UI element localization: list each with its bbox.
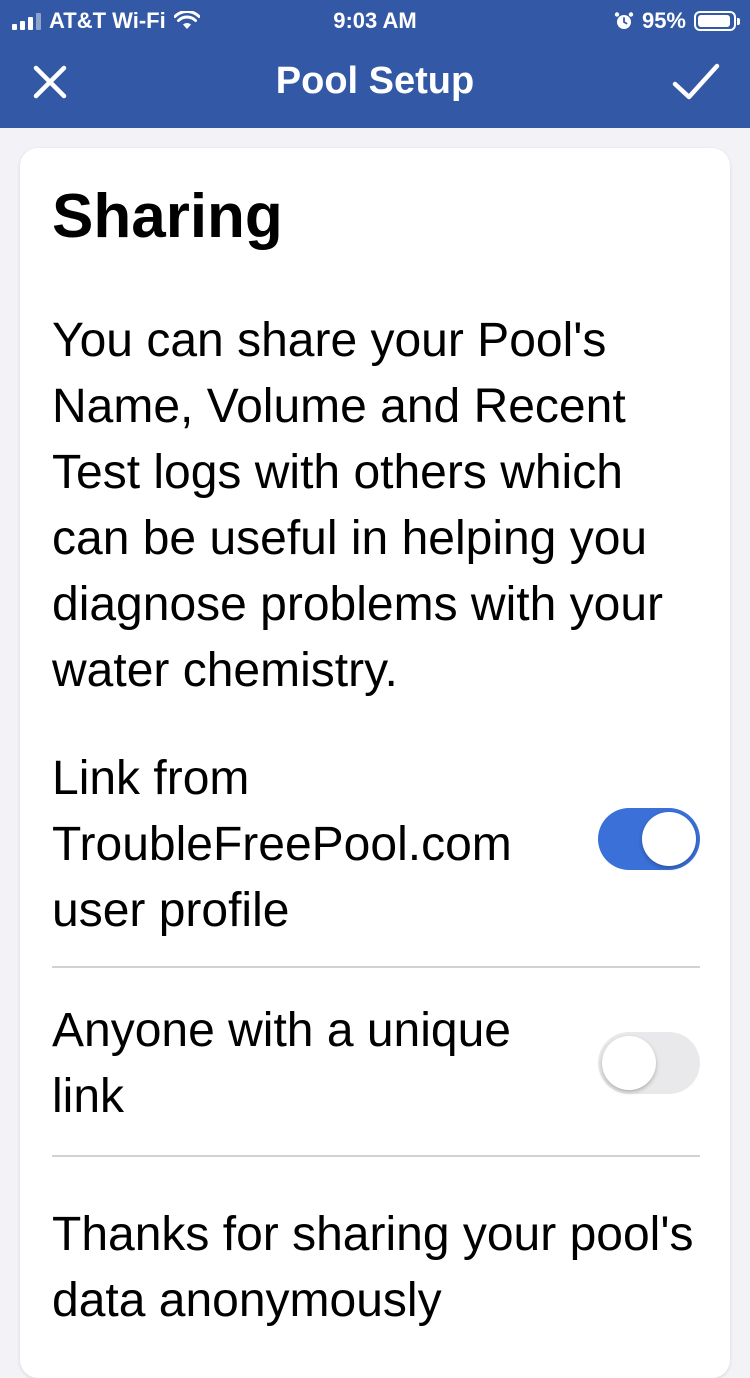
option-label-unique-link: Anyone with a unique link: [52, 1004, 511, 1123]
nav-title: Pool Setup: [275, 60, 475, 102]
option-row-unique-link: Anyone with a unique link: [52, 998, 700, 1130]
checkmark-icon[interactable]: [670, 60, 722, 104]
top-bar: AT&T Wi-Fi 9:03 AM 95% Pool Setup: [0, 0, 750, 128]
status-bar: AT&T Wi-Fi 9:03 AM 95%: [0, 0, 750, 40]
divider: [52, 966, 700, 968]
toggle-knob: [642, 812, 696, 866]
battery-fill: [698, 15, 731, 27]
alarm-icon: [614, 12, 634, 29]
option-row-profile-link: Link from TroubleFreePool.com user profi…: [52, 746, 700, 944]
divider: [52, 1155, 700, 1157]
battery-percent: 95%: [641, 8, 686, 33]
option-label-profile-link: Link from TroubleFreePool.com user profi…: [52, 752, 512, 937]
section-heading: Sharing: [52, 182, 283, 251]
sharing-card: Sharing You can share your Pool's Name, …: [20, 148, 730, 1378]
battery-icon: [694, 11, 740, 31]
toggle-knob: [602, 1036, 656, 1090]
status-right: 95%: [614, 8, 740, 34]
profile-link-toggle[interactable]: [598, 808, 700, 870]
sharing-description: You can share your Pool's Name, Volume a…: [52, 314, 663, 697]
thanks-message: Thanks for sharing your pool's data anon…: [52, 1208, 694, 1327]
nav-bar: Pool Setup: [0, 40, 750, 128]
unique-link-toggle[interactable]: [598, 1032, 700, 1094]
